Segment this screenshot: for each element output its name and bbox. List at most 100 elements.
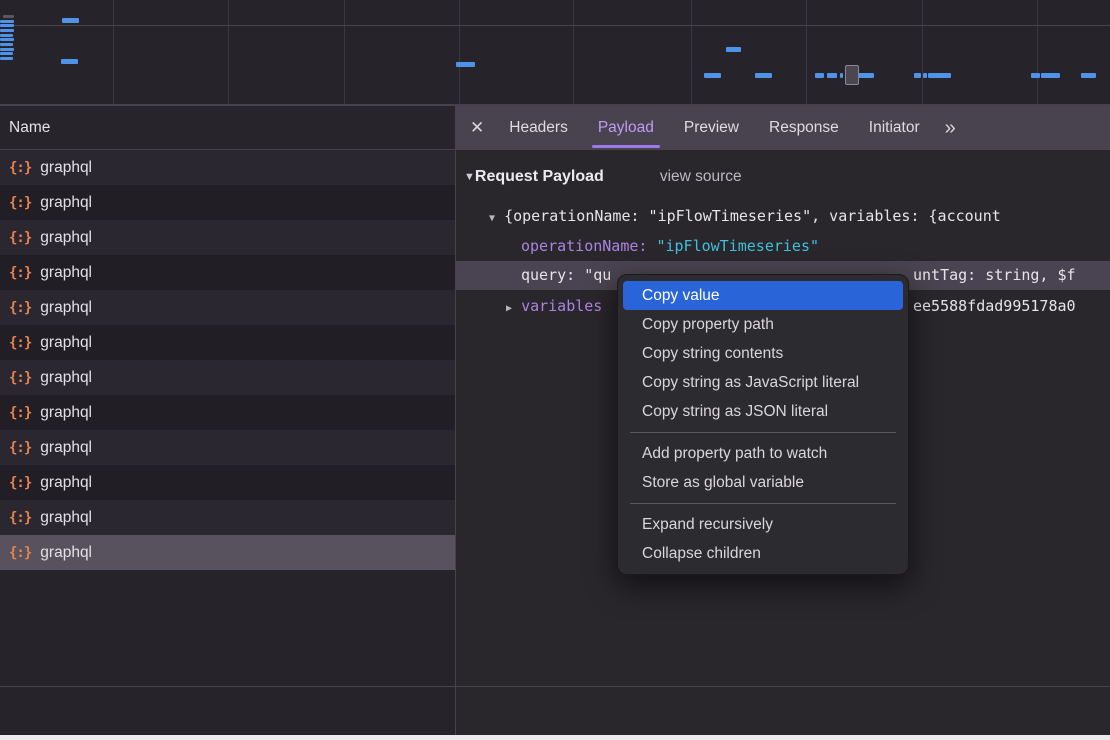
timeline-divider-line <box>0 25 1110 26</box>
request-name-label: graphql <box>40 299 92 317</box>
menu-item-add-property-path-to-watch[interactable]: Add property path to watch <box>618 439 908 468</box>
table-row[interactable]: {:}graphql <box>0 430 455 465</box>
request-timing-bar[interactable] <box>928 73 951 78</box>
request-timing-bar[interactable] <box>923 73 927 78</box>
tab-payload[interactable]: Payload <box>583 106 669 150</box>
close-icon[interactable]: ✕ <box>470 118 484 138</box>
devtools-network-panel: Name {:}graphql{:}graphql{:}graphql{:}gr… <box>0 0 1110 740</box>
request-timing-bar[interactable] <box>1081 73 1096 78</box>
request-timing-bar[interactable] <box>815 73 824 78</box>
json-braces-icon: {:} <box>9 545 31 561</box>
selected-request-marker <box>845 65 859 85</box>
request-timing-bar[interactable] <box>0 48 14 51</box>
payload-operation-row[interactable]: operationName: "ipFlowTimeseries" <box>521 232 819 261</box>
timeline-gridline <box>459 0 460 104</box>
request-timing-bar[interactable] <box>0 20 14 23</box>
request-timing-bar[interactable] <box>0 38 14 41</box>
table-row[interactable]: {:}graphql <box>0 465 455 500</box>
json-braces-icon: {:} <box>9 440 31 456</box>
request-timing-bar[interactable] <box>704 73 721 78</box>
name-column-header[interactable]: Name <box>0 106 455 150</box>
request-timing-bar[interactable] <box>3 15 14 18</box>
request-name-label: graphql <box>40 334 92 352</box>
expand-arrow-icon[interactable]: ▼ <box>489 213 495 224</box>
request-timing-bar[interactable] <box>456 62 475 67</box>
request-timing-bar[interactable] <box>840 73 843 78</box>
request-timing-bar[interactable] <box>914 73 921 78</box>
request-name-label: graphql <box>40 404 92 422</box>
table-row[interactable]: {:}graphql <box>0 535 455 570</box>
timeline-gridline <box>691 0 692 104</box>
menu-divider <box>630 432 896 433</box>
request-payload-section[interactable]: ▼Request Payload view source <box>464 162 742 191</box>
table-row[interactable]: {:}graphql <box>0 255 455 290</box>
request-timing-bar[interactable] <box>62 18 79 23</box>
json-braces-icon: {:} <box>9 300 31 316</box>
payload-variables-row[interactable]: ▶ variables <box>506 292 602 321</box>
table-row[interactable]: {:}graphql <box>0 360 455 395</box>
tab-headers[interactable]: Headers <box>494 106 583 150</box>
request-timing-bar[interactable] <box>0 43 13 46</box>
query-value-right-fragment: untTag: string, $f <box>913 261 1076 290</box>
json-braces-icon: {:} <box>9 160 31 176</box>
menu-item-expand-recursively[interactable]: Expand recursively <box>618 510 908 539</box>
footer-divider <box>0 686 1110 687</box>
view-source-link[interactable]: view source <box>660 168 742 185</box>
menu-item-copy-value[interactable]: Copy value <box>623 281 903 310</box>
menu-item-copy-property-path[interactable]: Copy property path <box>618 310 908 339</box>
request-name-label: graphql <box>40 264 92 282</box>
property-key: operationName: <box>521 237 656 255</box>
menu-item-copy-string-as-javascript-literal[interactable]: Copy string as JavaScript literal <box>618 368 908 397</box>
request-timing-bar[interactable] <box>0 34 13 37</box>
table-row[interactable]: {:} graphql <box>0 290 455 325</box>
request-timing-bar[interactable] <box>0 24 14 27</box>
collapse-arrow-icon[interactable]: ▼ <box>464 171 475 183</box>
menu-item-store-as-global-variable[interactable]: Store as global variable <box>618 468 908 497</box>
timeline-gridline <box>806 0 807 104</box>
request-timing-bar[interactable] <box>1041 73 1060 78</box>
table-row[interactable]: {:} graphql <box>0 395 455 430</box>
timeline-gridline <box>344 0 345 104</box>
network-overview-timeline[interactable] <box>0 0 1110 106</box>
request-timing-bar[interactable] <box>857 73 874 78</box>
request-timing-bar[interactable] <box>0 52 13 55</box>
json-braces-icon: {:} <box>9 230 31 246</box>
request-list: {:} graphql {:} graphql {:} graphql {:} graphql… <box>0 150 455 570</box>
detail-tab-bar: ✕ HeadersPayloadPreviewResponseInitiator… <box>456 106 1110 150</box>
timeline-gridline <box>922 0 923 104</box>
table-row[interactable]: {:} graphql <box>0 220 455 255</box>
payload-root-object[interactable]: ▼ {operationName: "ipFlowTimeseries", va… <box>489 202 1001 231</box>
table-row[interactable]: {:} graphql <box>0 150 455 185</box>
more-tabs-icon[interactable]: » <box>945 117 954 140</box>
section-title: Request Payload <box>475 168 604 185</box>
request-timing-bar[interactable] <box>0 29 14 32</box>
tab-preview[interactable]: Preview <box>669 106 754 150</box>
menu-item-collapse-children[interactable]: Collapse children <box>618 539 908 568</box>
menu-divider <box>630 503 896 504</box>
tab-response[interactable]: Response <box>754 106 854 150</box>
window-bottom-edge <box>0 735 1110 740</box>
menu-item-copy-string-contents[interactable]: Copy string contents <box>618 339 908 368</box>
json-braces-icon: {:} <box>9 405 31 421</box>
request-name-label: graphql <box>40 229 92 247</box>
request-name-label: graphql <box>40 509 92 527</box>
request-name-label: graphql <box>40 159 92 177</box>
property-value: "ipFlowTimeseries" <box>656 237 819 255</box>
tab-initiator[interactable]: Initiator <box>854 106 935 150</box>
timeline-gridline <box>1037 0 1038 104</box>
request-timing-bar[interactable] <box>827 73 837 78</box>
variables-value-right-fragment: ee5588fdad995178a0 <box>913 292 1076 321</box>
table-row[interactable]: {:}graphql <box>0 325 455 360</box>
query-key-value: query: "qu <box>521 261 611 290</box>
expand-arrow-icon[interactable]: ▶ <box>506 303 512 314</box>
request-list-column: Name {:}graphql{:}graphql{:}graphql{:}gr… <box>0 106 455 740</box>
request-timing-bar[interactable] <box>1031 73 1040 78</box>
table-row[interactable]: {:}graphql <box>0 185 455 220</box>
request-timing-bar[interactable] <box>0 57 13 60</box>
timeline-gridline <box>228 0 229 104</box>
table-row[interactable]: {:}graphql <box>0 500 455 535</box>
request-timing-bar[interactable] <box>61 59 78 64</box>
menu-item-copy-string-as-json-literal[interactable]: Copy string as JSON literal <box>618 397 908 426</box>
request-timing-bar[interactable] <box>755 73 772 78</box>
request-timing-bar[interactable] <box>726 47 741 52</box>
